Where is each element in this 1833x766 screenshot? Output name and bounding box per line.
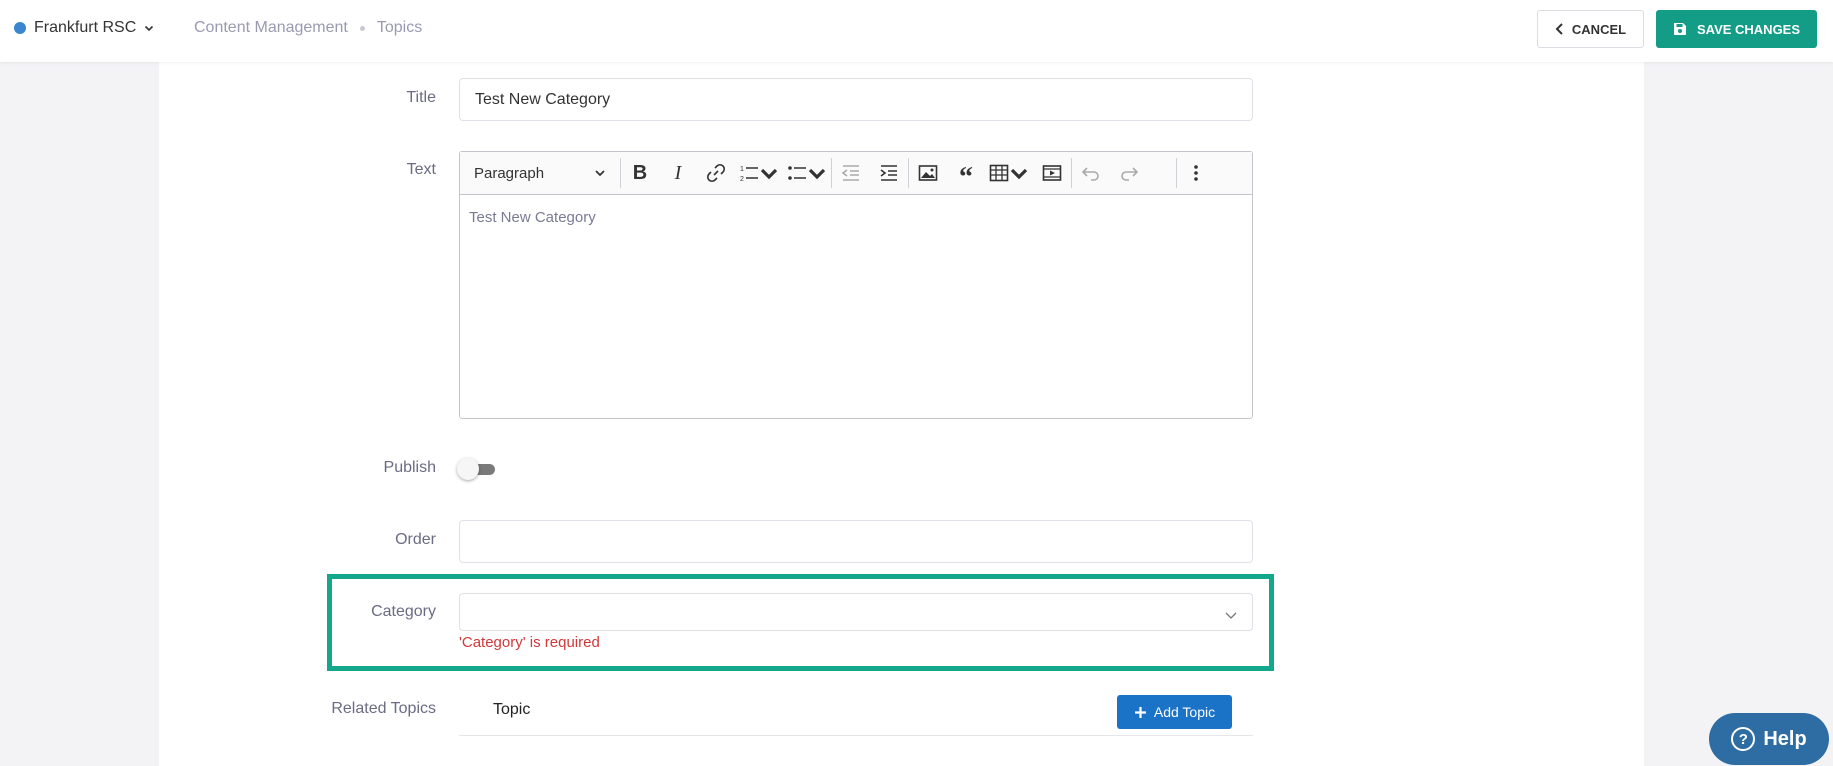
paragraph-style-dropdown[interactable]: Paragraph <box>460 152 620 194</box>
rich-text-editor: Paragraph B I 12 “ Test New Category <box>459 151 1253 419</box>
undo-icon <box>1081 167 1099 181</box>
title-label: Title <box>406 89 436 106</box>
cancel-label: CANCEL <box>1571 21 1627 37</box>
chevron-down-icon <box>1010 168 1028 180</box>
bold-icon: B <box>632 161 648 184</box>
link-icon <box>706 163 726 183</box>
italic-button[interactable]: I <box>659 152 697 194</box>
insert-table-button[interactable] <box>985 152 1033 194</box>
bulleted-list-icon <box>788 166 806 180</box>
add-topic-button[interactable]: Add Topic <box>1117 695 1232 729</box>
svg-text:1: 1 <box>740 166 744 173</box>
breadcrumb-content-management[interactable]: Content Management <box>194 19 348 37</box>
category-error-message: 'Category' is required <box>459 634 600 651</box>
help-label: Help <box>1763 727 1807 750</box>
numbered-list-button[interactable]: 12 <box>735 152 783 194</box>
toggle-knob <box>457 458 479 480</box>
question-icon: ? <box>1731 727 1756 751</box>
order-label: Order <box>395 531 436 548</box>
editor-toolbar: Paragraph B I 12 “ <box>460 152 1252 195</box>
media-icon <box>1042 165 1062 181</box>
save-label: SAVE CHANGES <box>1696 21 1801 37</box>
link-button[interactable] <box>697 152 735 194</box>
publish-toggle[interactable] <box>457 458 495 480</box>
paragraph-style-label: Paragraph <box>474 164 545 182</box>
outdent-icon <box>841 165 859 181</box>
chevron-down-icon <box>1225 612 1237 619</box>
undo-button[interactable] <box>1072 152 1110 194</box>
redo-button[interactable] <box>1110 152 1148 194</box>
order-input[interactable] <box>459 520 1253 563</box>
text-label: Text <box>406 161 436 178</box>
related-topics-header: Topic Add Topic <box>459 693 1253 736</box>
quote-icon: “ <box>959 162 973 193</box>
indent-icon <box>880 165 897 181</box>
breadcrumb-topics[interactable]: Topics <box>377 19 422 37</box>
more-vertical-icon <box>1194 165 1198 181</box>
more-options-button[interactable] <box>1177 152 1215 194</box>
chevron-left-icon <box>1555 23 1563 35</box>
save-changes-button[interactable]: SAVE CHANGES <box>1656 10 1817 48</box>
breadcrumb: Content Management Topics <box>194 19 422 37</box>
org-switcher[interactable]: Frankfurt RSC <box>14 19 154 37</box>
redo-icon <box>1121 167 1139 181</box>
image-icon <box>918 165 938 181</box>
cancel-button[interactable]: CANCEL <box>1537 10 1644 48</box>
insert-image-button[interactable] <box>909 152 947 194</box>
related-topics-label: Related Topics <box>331 700 436 717</box>
chevron-down-icon <box>808 168 826 180</box>
chevron-down-icon <box>145 25 154 32</box>
plus-icon <box>1134 706 1146 718</box>
italic-icon: I <box>674 161 682 184</box>
category-select[interactable] <box>459 593 1253 631</box>
editor-content-area[interactable]: Test New Category <box>460 195 1252 240</box>
bold-button[interactable]: B <box>621 152 659 194</box>
topic-column-header: Topic <box>493 701 531 718</box>
bulleted-list-button[interactable] <box>783 152 831 194</box>
outdent-button[interactable] <box>832 152 870 194</box>
publish-label: Publish <box>383 459 436 476</box>
indent-button[interactable] <box>870 152 908 194</box>
chevron-down-icon <box>595 170 605 177</box>
org-status-dot <box>14 22 26 34</box>
title-input[interactable]: Test New Category <box>459 78 1253 121</box>
svg-text:2: 2 <box>740 176 744 183</box>
block-quote-button[interactable]: “ <box>947 152 985 194</box>
insert-media-button[interactable] <box>1033 152 1071 194</box>
numbered-list-icon: 12 <box>740 166 758 183</box>
org-name: Frankfurt RSC <box>34 19 137 36</box>
add-topic-label: Add Topic <box>1153 704 1216 720</box>
breadcrumb-separator <box>359 25 365 31</box>
save-icon <box>1673 23 1686 35</box>
chevron-down-icon <box>760 168 778 180</box>
category-label: Category <box>371 603 436 620</box>
help-button[interactable]: ? Help <box>1709 713 1829 765</box>
top-bar: Frankfurt RSC Content Management Topics … <box>0 0 1833 62</box>
table-icon <box>989 164 1009 182</box>
